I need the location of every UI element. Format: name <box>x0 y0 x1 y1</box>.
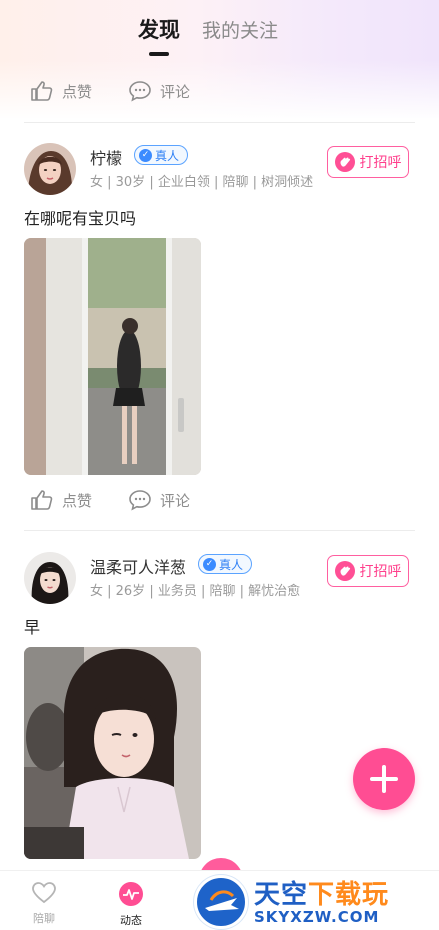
tabbar-label: 陪聊 <box>33 912 55 925</box>
verified-label: 真人 <box>155 148 180 163</box>
tab-discover-label: 发现 <box>138 18 180 42</box>
verified-label: 真人 <box>219 557 244 572</box>
like-button[interactable]: 点赞 <box>30 489 92 511</box>
post-text: 在哪呢有宝贝吗 <box>24 209 137 228</box>
watermark: 天空下载玩 SKYXZW.COM <box>192 872 439 930</box>
wave-hand-icon <box>334 561 355 581</box>
comment-label: 评论 <box>160 491 191 510</box>
greet-label: 打招呼 <box>359 564 402 580</box>
watermark-brand-blue: 天空 <box>254 880 309 910</box>
avatar[interactable] <box>24 552 76 604</box>
wave-hand-icon <box>334 152 355 172</box>
thumbs-up-icon <box>31 81 53 101</box>
tabbar-label: 动态 <box>120 914 142 927</box>
plus-icon <box>370 765 398 793</box>
tabbar-item-chat[interactable]: 陪聊 <box>14 881 74 926</box>
post-header: 柠檬 ✓ 真人 女 | 30岁 | 企业白领 | 陪聊 | 树洞倾述 打招呼 <box>24 143 415 199</box>
tab-discover[interactable]: 发现 <box>138 14 180 56</box>
watermark-brand-orange: 下载玩 <box>308 880 390 910</box>
watermark-url: SKYXZW.COM <box>254 908 380 926</box>
check-icon: ✓ <box>203 557 216 571</box>
post-action-row: 点赞 评论 <box>30 489 190 511</box>
thumbs-up-icon <box>31 490 53 510</box>
tabbar-item-moments[interactable]: 动态 <box>101 881 161 928</box>
like-button[interactable]: 点赞 <box>30 80 92 102</box>
like-label: 点赞 <box>62 82 93 101</box>
post-text: 早 <box>24 618 41 637</box>
comment-button[interactable]: 评论 <box>128 489 190 511</box>
post-header: 温柔可人洋葱 ✓ 真人 女 | 26岁 | 业务员 | 陪聊 | 解忧治愈 打招… <box>24 552 415 608</box>
like-label: 点赞 <box>62 491 93 510</box>
heart-icon <box>32 882 56 904</box>
username: 柠檬 <box>90 149 123 168</box>
greet-button[interactable]: 打招呼 <box>327 555 409 587</box>
user-meta: 女 | 30岁 | 企业白领 | 陪聊 | 树洞倾述 <box>90 175 314 190</box>
tab-underline <box>149 52 169 56</box>
check-icon: ✓ <box>139 148 152 162</box>
divider <box>24 122 415 123</box>
divider <box>24 530 415 531</box>
greet-label: 打招呼 <box>359 155 402 171</box>
watermark-logo <box>194 875 248 929</box>
verified-badge: ✓ 真人 <box>198 554 253 574</box>
user-meta: 女 | 26岁 | 业务员 | 陪聊 | 解忧治愈 <box>90 584 301 599</box>
watermark-brand: 天空下载玩 <box>254 874 389 911</box>
comment-label: 评论 <box>160 82 191 101</box>
username: 温柔可人洋葱 <box>90 558 187 577</box>
avatar[interactable] <box>24 143 76 195</box>
comment-button[interactable]: 评论 <box>128 80 190 102</box>
comment-icon <box>129 490 151 511</box>
top-action-row: 点赞 评论 <box>30 80 190 102</box>
greet-button[interactable]: 打招呼 <box>327 146 409 178</box>
comment-icon <box>129 81 151 102</box>
tab-following[interactable]: 我的关注 <box>202 16 278 44</box>
add-post-button[interactable] <box>353 748 415 810</box>
top-tabs: 发现 我的关注 <box>138 14 278 56</box>
post-photo[interactable] <box>24 647 201 859</box>
post-photo[interactable] <box>24 238 201 475</box>
activity-icon <box>119 882 143 906</box>
verified-badge: ✓ 真人 <box>134 145 189 165</box>
